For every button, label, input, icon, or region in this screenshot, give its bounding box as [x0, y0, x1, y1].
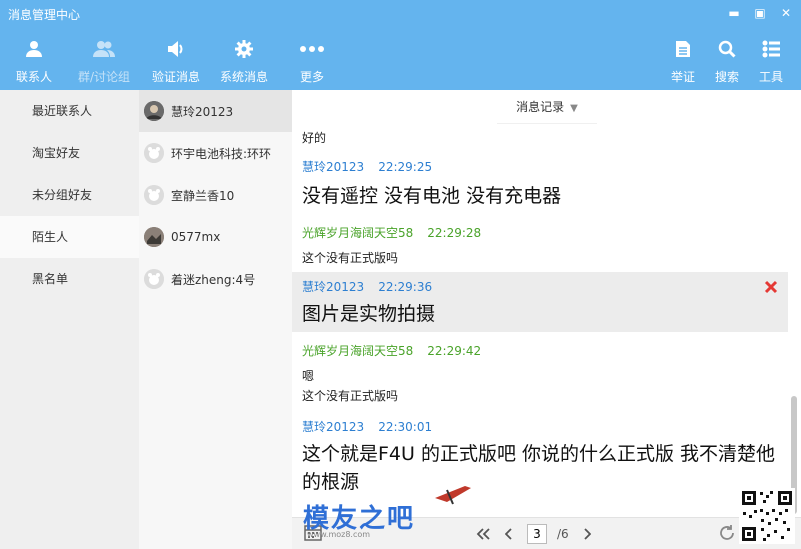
message-sender: 慧玲20123 — [302, 160, 365, 174]
tab-message-history-label: 消息记录 — [516, 100, 565, 114]
person-icon — [26, 41, 42, 57]
gear-icon — [235, 40, 253, 58]
message-time: 22:30:01 — [378, 420, 433, 434]
window-title: 消息管理中心 — [8, 8, 81, 22]
message-list[interactable]: 好的 慧玲20123 22:29:25 没有遥控 没有电池 没有充电器 光辉岁月海… — [292, 124, 788, 517]
message-text: 好的 — [302, 131, 327, 145]
page-number-input[interactable] — [527, 524, 547, 544]
tool-more-label: 更多 — [299, 70, 324, 84]
avatar — [144, 269, 164, 289]
sidebar-item-strangers[interactable]: 陌生人 — [0, 216, 139, 258]
tab-message-history[interactable]: 消息记录 ▼ — [497, 90, 597, 124]
message-text: 嗯 — [302, 369, 315, 383]
maximize-button[interactable]: ▣ — [753, 5, 767, 21]
sidebar-item-ungrouped[interactable]: 未分组好友 — [0, 174, 139, 216]
tool-tools[interactable]: 工具 — [756, 28, 786, 90]
sidebar-item-taobao[interactable]: 淘宝好友 — [0, 132, 139, 174]
message-item-highlighted[interactable]: 慧玲20123 22:29:36 图片是实物拍摄 — [292, 272, 788, 332]
airplane-icon — [435, 486, 471, 505]
contact-item[interactable]: 0577mx — [139, 216, 292, 258]
tool-groups[interactable]: 群/讨论组 — [75, 28, 133, 90]
message-text: 这个没有正式版吗 — [302, 389, 399, 403]
tool-search[interactable]: 搜索 — [712, 28, 742, 90]
sidebar-item-blacklist[interactable]: 黑名单 — [0, 258, 139, 300]
message-time: 22:29:42 — [427, 344, 482, 358]
watermark-url: www.moz8.com — [307, 530, 371, 539]
tool-contacts-label: 联系人 — [15, 70, 52, 84]
watermark-logo: 模友之吧 www.moz8.com — [303, 478, 503, 548]
speaker-icon — [168, 41, 183, 57]
tool-evidence-label: 举证 — [670, 70, 695, 84]
message-sender: 慧玲20123 — [302, 420, 365, 434]
group-icon — [93, 41, 115, 57]
avatar — [144, 101, 164, 121]
tool-system[interactable]: 系统消息 — [218, 28, 270, 90]
message-text: 这个就是F4U 的正式版吧 你说的什么正式版 我不清楚他 — [302, 443, 776, 465]
message-sender: 光辉岁月海阔天空58 — [302, 226, 414, 240]
contact-item[interactable]: 室静兰香10 — [139, 174, 292, 216]
tool-verify-label: 验证消息 — [151, 70, 200, 84]
message-sender: 光辉岁月海阔天空58 — [302, 344, 414, 358]
sidebar-item-recent[interactable]: 最近联系人 — [0, 90, 139, 132]
contact-item[interactable]: 慧玲20123 — [139, 90, 292, 132]
minimize-button[interactable]: ▬ — [727, 5, 741, 21]
message-text: 没有遥控 没有电池 没有充电器 — [302, 185, 562, 207]
tool-more[interactable]: 更多 — [296, 28, 328, 90]
contact-item[interactable]: 着迷zheng:4号 — [139, 258, 292, 300]
caret-down-icon: ▼ — [570, 103, 578, 114]
message-sender: 慧玲20123 — [302, 280, 365, 294]
category-sidebar: 最近联系人 淘宝好友 未分组好友 陌生人 黑名单 — [0, 90, 139, 549]
tool-verify[interactable]: 验证消息 — [150, 28, 202, 90]
title-bar: 消息管理中心 ▬ ▣ ✕ — [0, 0, 801, 28]
more-dots-icon — [300, 46, 324, 52]
contact-name: 慧玲20123 — [171, 104, 234, 119]
chevron-left-icon — [505, 528, 512, 540]
main-toolbar: 联系人 群/讨论组 验证消息 系统消息 更多 举证 搜索 工具 — [0, 28, 801, 90]
avatar — [144, 185, 164, 205]
page-total: /6 — [557, 527, 569, 541]
tool-search-label: 搜索 — [714, 70, 739, 84]
message-time: 22:29:28 — [427, 226, 482, 240]
next-page-button[interactable] — [579, 525, 595, 543]
prev-page-button[interactable] — [501, 525, 517, 543]
tool-groups-label: 群/讨论组 — [77, 70, 131, 84]
delete-icon[interactable] — [764, 280, 778, 294]
tool-tools-label: 工具 — [758, 70, 783, 84]
avatar — [144, 227, 164, 247]
close-button[interactable]: ✕ — [779, 5, 793, 21]
qr-code-icon — [739, 488, 795, 544]
refresh-icon[interactable] — [718, 524, 736, 542]
avatar — [144, 143, 164, 163]
message-item: 光辉岁月海阔天空58 22:29:42 嗯 这个没有正式版吗 — [292, 332, 788, 416]
document-icon — [676, 41, 690, 57]
contact-name: 0577mx — [171, 230, 221, 244]
contact-item[interactable]: 环宇电池科技:环环 — [139, 132, 292, 174]
tool-evidence[interactable]: 举证 — [668, 28, 698, 90]
message-item: 光辉岁月海阔天空58 22:29:28 这个没有正式版吗 — [292, 218, 788, 272]
message-time: 22:29:25 — [378, 160, 433, 174]
message-text: 图片是实物拍摄 — [302, 303, 436, 325]
search-icon — [718, 40, 736, 58]
message-item: 慧玲20123 22:29:25 没有遥控 没有电池 没有充电器 — [292, 158, 788, 218]
message-text: 这个没有正式版吗 — [302, 251, 399, 265]
contact-name: 室静兰香10 — [171, 188, 235, 203]
tools-list-icon — [762, 40, 780, 58]
message-item: 好的 — [292, 124, 788, 158]
contact-name: 着迷zheng:4号 — [171, 272, 256, 287]
contact-name: 环宇电池科技:环环 — [171, 146, 272, 161]
chevron-right-icon — [584, 528, 591, 540]
contact-list: 慧玲20123 环宇电池科技:环环 室静兰香10 0577mx 着迷zheng:… — [139, 90, 292, 549]
tool-contacts[interactable]: 联系人 — [12, 28, 56, 90]
tool-system-label: 系统消息 — [219, 70, 268, 84]
message-time: 22:29:36 — [378, 280, 433, 294]
scrollbar[interactable] — [790, 124, 798, 517]
